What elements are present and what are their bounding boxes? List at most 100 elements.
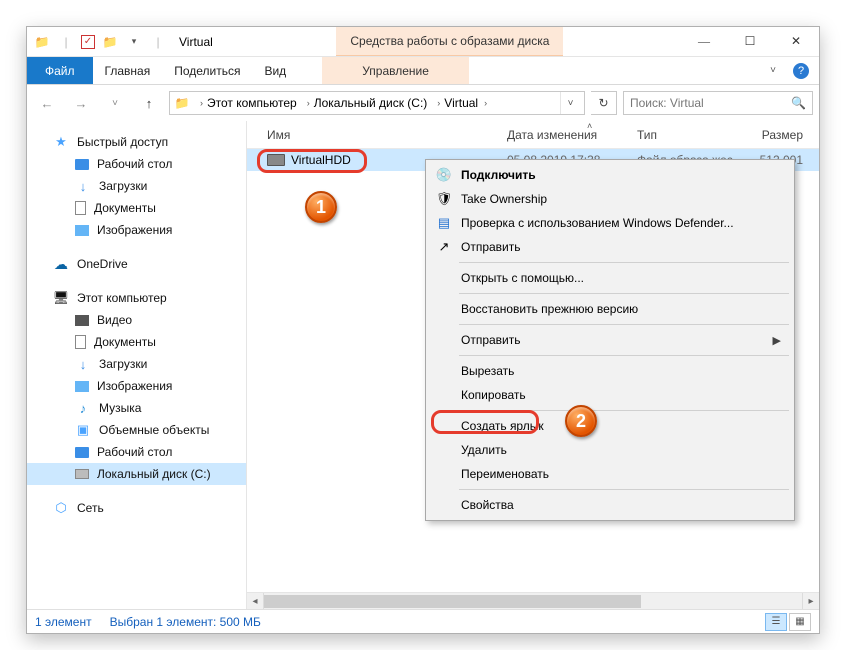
sidebar-item-label: Объемные объекты bbox=[99, 423, 209, 437]
ctx-shortcut[interactable]: Создать ярлык bbox=[429, 414, 791, 438]
scroll-left-icon[interactable]: ◂ bbox=[247, 593, 264, 609]
horizontal-scrollbar[interactable]: ◂ ▸ bbox=[247, 592, 819, 609]
folder-icon bbox=[33, 33, 51, 51]
ctx-label: Копировать bbox=[461, 388, 526, 402]
refresh-button[interactable]: ↻ bbox=[591, 91, 617, 115]
view-icons-button[interactable]: ▦ bbox=[789, 613, 811, 631]
qat-folder-icon[interactable] bbox=[101, 33, 119, 51]
scroll-right-icon[interactable]: ▸ bbox=[802, 593, 819, 609]
sidebar-item-label: Этот компьютер bbox=[77, 291, 167, 305]
ctx-rename[interactable]: Переименовать bbox=[429, 462, 791, 486]
maximize-button[interactable]: ☐ bbox=[727, 27, 773, 56]
ctx-restore[interactable]: Восстановить прежнюю версию bbox=[429, 297, 791, 321]
file-name: VirtualHDD bbox=[291, 153, 351, 167]
col-name[interactable]: Имя bbox=[267, 128, 507, 142]
ctx-send-to[interactable]: Отправить▶ bbox=[429, 328, 791, 352]
sidebar-pictures[interactable]: Изображения bbox=[27, 219, 246, 241]
help-icon: ? bbox=[793, 63, 809, 79]
ctx-label: Удалить bbox=[461, 443, 507, 457]
sidebar-downloads[interactable]: Загрузки bbox=[27, 175, 246, 197]
breadcrumb-drive[interactable]: Локальный диск (C:) bbox=[314, 96, 428, 110]
tab-share[interactable]: Поделиться bbox=[162, 57, 252, 84]
sidebar-quick-access[interactable]: Быстрый доступ bbox=[27, 131, 246, 153]
address-dropdown[interactable]: ˅ bbox=[560, 92, 580, 114]
music-icon bbox=[75, 400, 91, 416]
minimize-button[interactable]: — bbox=[681, 27, 727, 56]
sidebar-downloads2[interactable]: Загрузки bbox=[27, 353, 246, 375]
pictures-icon bbox=[75, 381, 89, 392]
qat-select-checkbox[interactable]: ✓ bbox=[81, 35, 95, 49]
breadcrumb-folder[interactable]: Virtual bbox=[444, 96, 478, 110]
tab-home[interactable]: Главная bbox=[93, 57, 163, 84]
sidebar-videos[interactable]: Видео bbox=[27, 309, 246, 331]
explorer-window: | ✓ ▾ | Virtual Средства работы с образа… bbox=[26, 26, 820, 634]
sidebar-item-label: Локальный диск (C:) bbox=[97, 467, 211, 481]
defender-icon: ▤ bbox=[435, 214, 453, 232]
col-type[interactable]: Тип bbox=[637, 128, 757, 142]
search-input[interactable]: Поиск: Virtual 🔍 bbox=[623, 91, 813, 115]
sort-indicator-icon: ˄ bbox=[587, 121, 592, 131]
sidebar-network[interactable]: Сеть bbox=[27, 497, 246, 519]
sidebar-item-label: Музыка bbox=[99, 401, 141, 415]
ctx-mount[interactable]: 💿Подключить bbox=[429, 163, 791, 187]
chevron-right-icon: ▶ bbox=[773, 334, 781, 347]
nav-recent-button[interactable]: ˅ bbox=[101, 90, 129, 116]
ribbon-expand-icon[interactable]: ˅ bbox=[763, 57, 783, 84]
sidebar-item-label: Рабочий стол bbox=[97, 445, 172, 459]
nav-up-button[interactable]: ↑ bbox=[135, 90, 163, 116]
sidebar-music[interactable]: Музыка bbox=[27, 397, 246, 419]
documents-icon bbox=[75, 201, 86, 215]
address-bar-row: ← → ˅ ↑ ›Этот компьютер ›Локальный диск … bbox=[27, 85, 819, 121]
sidebar-desktop2[interactable]: Рабочий стол bbox=[27, 441, 246, 463]
sidebar-item-label: Документы bbox=[94, 335, 156, 349]
share-icon: ↗ bbox=[435, 238, 453, 256]
help-button[interactable]: ? bbox=[783, 57, 819, 84]
sidebar-onedrive[interactable]: OneDrive bbox=[27, 253, 246, 275]
sidebar-documents[interactable]: Документы bbox=[27, 197, 246, 219]
ctx-properties[interactable]: Свойства bbox=[429, 493, 791, 517]
breadcrumb-root[interactable]: Этот компьютер bbox=[207, 96, 297, 110]
ctx-label: Восстановить прежнюю версию bbox=[461, 302, 638, 316]
column-headers: Имя Дата изменения Тип Размер bbox=[247, 121, 819, 149]
ctx-share[interactable]: ↗Отправить bbox=[429, 235, 791, 259]
sidebar-pictures2[interactable]: Изображения bbox=[27, 375, 246, 397]
ctx-copy[interactable]: Копировать bbox=[429, 383, 791, 407]
nav-forward-button: → bbox=[67, 90, 95, 116]
ctx-label: Проверка с использованием Windows Defend… bbox=[461, 216, 734, 230]
qat-dropdown[interactable]: ▾ bbox=[125, 33, 143, 51]
ctx-label: Создать ярлык bbox=[461, 419, 544, 433]
contextual-tab-label: Средства работы с образами диска bbox=[336, 27, 563, 56]
sidebar-this-pc[interactable]: Этот компьютер bbox=[27, 287, 246, 309]
ctx-open-with[interactable]: Открыть с помощью... bbox=[429, 266, 791, 290]
window-title: Virtual bbox=[179, 35, 213, 49]
ctx-delete[interactable]: Удалить bbox=[429, 438, 791, 462]
marker-1: 1 bbox=[305, 191, 337, 223]
nav-back-button[interactable]: ← bbox=[33, 90, 61, 116]
sidebar-3d-objects[interactable]: Объемные объекты bbox=[27, 419, 246, 441]
close-button[interactable]: ✕ bbox=[773, 27, 819, 56]
ctx-defender[interactable]: ▤ Проверка с использованием Windows Defen… bbox=[429, 211, 791, 235]
col-date[interactable]: Дата изменения bbox=[507, 128, 637, 142]
sidebar-documents2[interactable]: Документы bbox=[27, 331, 246, 353]
sidebar-desktop[interactable]: Рабочий стол bbox=[27, 153, 246, 175]
ctx-cut[interactable]: Вырезать bbox=[429, 359, 791, 383]
shield-icon: 🛡 bbox=[435, 190, 453, 208]
view-details-button[interactable]: ☰ bbox=[765, 613, 787, 631]
sidebar-item-label: Быстрый доступ bbox=[77, 135, 168, 149]
marker-2: 2 bbox=[565, 405, 597, 437]
ctx-take-ownership[interactable]: 🛡Take Ownership bbox=[429, 187, 791, 211]
address-bar[interactable]: ›Этот компьютер ›Локальный диск (C:) ›Vi… bbox=[169, 91, 585, 115]
col-size[interactable]: Размер bbox=[757, 128, 819, 142]
ctx-label: Подключить bbox=[461, 168, 536, 182]
sidebar-local-disk[interactable]: Локальный диск (C:) bbox=[27, 463, 246, 485]
title-bar: | ✓ ▾ | Virtual Средства работы с образа… bbox=[27, 27, 819, 57]
qat-divider: | bbox=[149, 33, 167, 51]
navigation-pane: Быстрый доступ Рабочий стол Загрузки Док… bbox=[27, 121, 247, 609]
tab-manage[interactable]: Управление bbox=[322, 57, 469, 84]
tab-view[interactable]: Вид bbox=[252, 57, 298, 84]
scroll-thumb[interactable] bbox=[264, 595, 641, 608]
quick-access-toolbar: | ✓ ▾ | Virtual bbox=[27, 27, 219, 56]
tab-file[interactable]: Файл bbox=[27, 57, 93, 84]
sidebar-item-label: OneDrive bbox=[77, 257, 128, 271]
disk-image-icon bbox=[267, 154, 285, 166]
